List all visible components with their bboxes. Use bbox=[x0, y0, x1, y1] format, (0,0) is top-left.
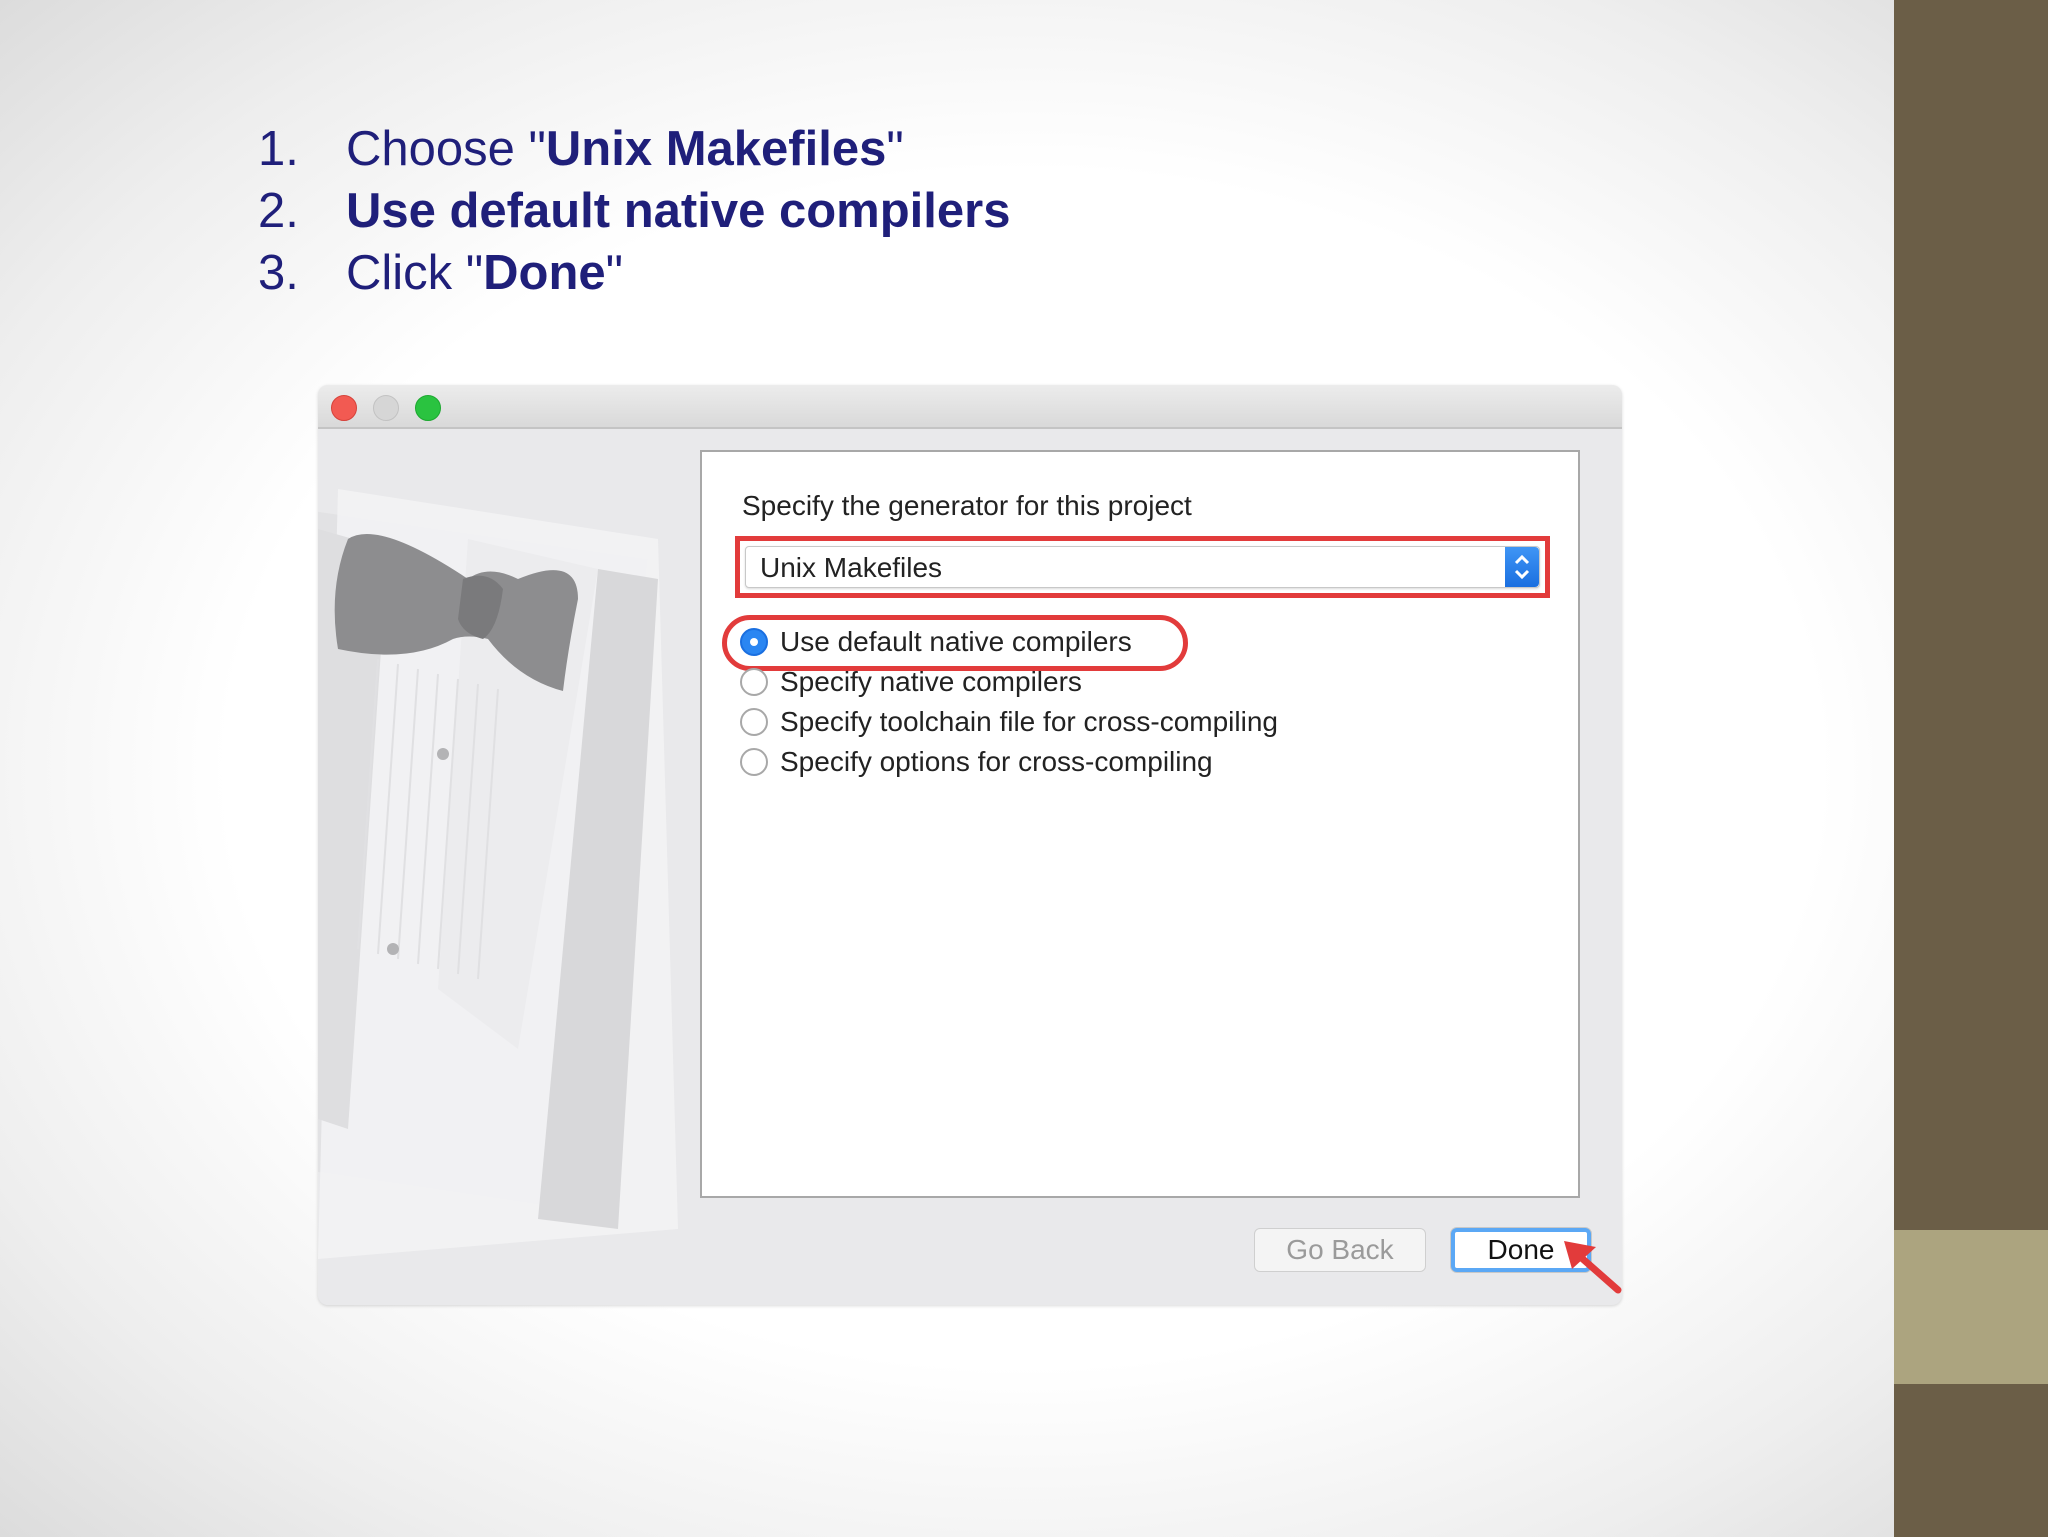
step-text-bold: Use default native compilers bbox=[346, 184, 1011, 238]
title-bar[interactable] bbox=[318, 385, 1622, 429]
step-number: 2. bbox=[258, 184, 299, 238]
radio-cross-options[interactable]: Specify options for cross-compiling bbox=[740, 746, 1213, 778]
go-back-button[interactable]: Go Back bbox=[1254, 1228, 1426, 1272]
radio-toolchain-file[interactable]: Specify toolchain file for cross-compili… bbox=[740, 706, 1278, 738]
radio-button[interactable] bbox=[740, 748, 768, 776]
step-text-prefix: Click " bbox=[346, 246, 484, 300]
instruction-3: 3. Click " Done " bbox=[258, 242, 1010, 304]
step-text-prefix: Choose " bbox=[346, 122, 546, 176]
generator-panel: Specify the generator for this project U… bbox=[700, 450, 1580, 1198]
instruction-1: 1. Choose " Unix Makefiles " bbox=[258, 118, 1010, 180]
instruction-2: 2. Use default native compilers bbox=[258, 180, 1010, 242]
tuxedo-artwork bbox=[318, 429, 703, 1305]
generator-select[interactable]: Unix Makefiles bbox=[745, 546, 1540, 588]
step-number: 3. bbox=[258, 246, 299, 300]
maximize-icon[interactable] bbox=[415, 395, 441, 421]
radio-button[interactable] bbox=[740, 708, 768, 736]
generator-highlight: Unix Makefiles bbox=[735, 536, 1550, 598]
generator-select-value: Unix Makefiles bbox=[760, 552, 943, 583]
stepper-arrows-icon[interactable] bbox=[1505, 547, 1539, 587]
radio-label: Specify native compilers bbox=[780, 666, 1082, 697]
step-text-bold: Done bbox=[483, 246, 606, 300]
step-number: 1. bbox=[258, 122, 299, 176]
generator-prompt: Specify the generator for this project bbox=[742, 490, 1192, 521]
close-icon[interactable] bbox=[331, 395, 357, 421]
side-accent bbox=[1894, 1230, 2048, 1384]
step-text-suffix: " bbox=[605, 246, 624, 300]
step-text-bold: Unix Makefiles bbox=[545, 122, 887, 176]
radio-specify-native[interactable]: Specify native compilers bbox=[740, 666, 1082, 698]
cmake-dialog-window: Specify the generator for this project U… bbox=[318, 385, 1622, 1305]
radio-button-selected[interactable] bbox=[740, 628, 768, 656]
radio-label: Specify options for cross-compiling bbox=[780, 746, 1213, 777]
radio-label: Specify toolchain file for cross-compili… bbox=[780, 706, 1278, 737]
pointer-arrow-icon bbox=[1564, 1241, 1622, 1294]
instructions-list: 1. Choose " Unix Makefiles " 2. Use defaul… bbox=[258, 118, 1010, 304]
radio-label: Use default native compilers bbox=[780, 626, 1132, 657]
minimize-icon[interactable] bbox=[373, 395, 399, 421]
radio-default-native[interactable]: Use default native compilers bbox=[740, 626, 1132, 658]
step-text-suffix: " bbox=[886, 122, 904, 176]
radio-button[interactable] bbox=[740, 668, 768, 696]
